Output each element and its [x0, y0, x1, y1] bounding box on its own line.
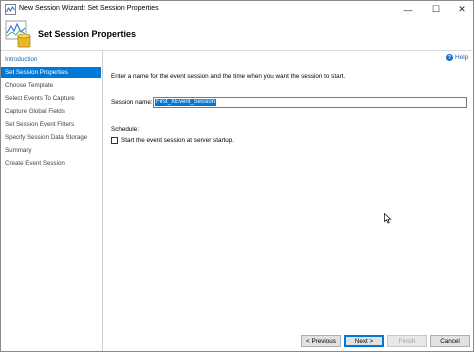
title-bar: New Session Wizard: Set Session Properti… [1, 1, 473, 18]
next-button[interactable]: Next > [344, 335, 384, 347]
session-name-input[interactable]: First_XEvent_Session [153, 97, 467, 108]
maximize-button[interactable]: ☐ [423, 1, 449, 18]
start-at-startup-checkbox[interactable] [111, 137, 118, 144]
help-icon: ? [446, 54, 453, 61]
cancel-button[interactable]: Cancel [430, 335, 470, 347]
mouse-cursor-icon [384, 213, 392, 224]
sidebar-item-choose-template[interactable]: Choose Template [1, 80, 101, 91]
minimize-button[interactable]: — [395, 1, 421, 18]
previous-button[interactable]: < Previous [301, 335, 341, 347]
sidebar-item-create-event-session[interactable]: Create Event Session [1, 158, 101, 169]
sidebar-item-event-filters[interactable]: Set Session Event Filters [1, 119, 101, 130]
session-properties-icon [5, 20, 31, 48]
wizard-header: Set Session Properties [1, 18, 473, 51]
wizard-sidebar: Introduction Set Session Properties Choo… [1, 51, 103, 351]
session-name-value: First_XEvent_Session [155, 99, 217, 106]
instruction-text: Enter a name for the event session and t… [111, 73, 346, 80]
sidebar-item-introduction[interactable]: Introduction [1, 54, 101, 65]
close-button[interactable]: ✕ [449, 1, 474, 18]
sidebar-item-summary[interactable]: Summary [1, 145, 101, 156]
help-label: Help [455, 54, 469, 61]
session-name-label: Session name: [111, 99, 153, 106]
wizard-window: New Session Wizard: Set Session Properti… [0, 0, 474, 352]
sidebar-item-select-events[interactable]: Select Events To Capture [1, 93, 101, 104]
schedule-label: Schedule: [111, 126, 140, 133]
sidebar-item-data-storage[interactable]: Specify Session Data Storage [1, 132, 101, 143]
help-link[interactable]: ? Help [446, 54, 468, 61]
finish-button[interactable]: Finish [387, 335, 427, 347]
sidebar-item-capture-global-fields[interactable]: Capture Global Fields [1, 106, 101, 117]
start-at-startup-label[interactable]: Start the event session at server startu… [121, 137, 234, 144]
window-title: New Session Wizard: Set Session Properti… [19, 5, 159, 12]
app-icon [5, 4, 16, 15]
sidebar-item-set-session-properties[interactable]: Set Session Properties [1, 67, 101, 78]
page-title: Set Session Properties [38, 29, 137, 39]
